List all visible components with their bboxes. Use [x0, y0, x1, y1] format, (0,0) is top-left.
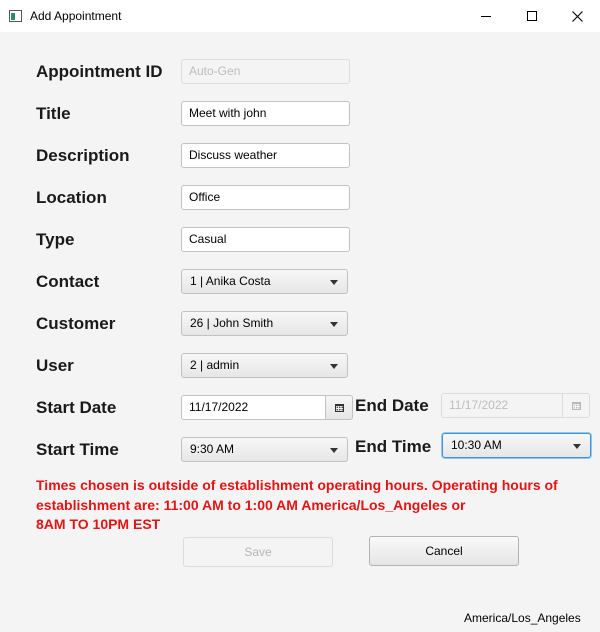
customer-dropdown[interactable]: 26 | John Smith	[181, 311, 348, 336]
start-date-input[interactable]: 11/17/2022	[181, 395, 326, 420]
end-date-label: End Date	[355, 396, 429, 415]
error-line: Times chosen is outside of establishment…	[36, 477, 558, 493]
description-label: Description	[36, 146, 130, 165]
timezone-label: America/Los_Angeles	[464, 611, 581, 625]
customer-selected: 26 | John Smith	[190, 316, 274, 330]
chevron-down-icon	[330, 280, 338, 285]
start-time-selected: 9:30 AM	[190, 442, 235, 456]
end-time-label: End Time	[355, 437, 432, 456]
title-input[interactable]: Meet with john	[181, 101, 350, 126]
end-time-selected: 10:30 AM	[451, 438, 502, 452]
error-message: Times chosen is outside of establishment…	[36, 476, 566, 535]
close-button[interactable]	[554, 0, 600, 32]
start-date-calendar-button[interactable]	[325, 395, 353, 420]
minimize-button[interactable]	[463, 0, 509, 32]
user-dropdown[interactable]: 2 | admin	[181, 353, 348, 378]
title-bar: Add Appointment	[0, 0, 600, 32]
maximize-icon	[527, 11, 537, 21]
cancel-button[interactable]: Cancel	[369, 536, 519, 566]
close-icon	[572, 11, 583, 22]
start-date-label: Start Date	[36, 398, 117, 417]
end-date-calendar-button	[562, 393, 590, 418]
calendar-icon	[572, 402, 581, 410]
maximize-button[interactable]	[509, 0, 555, 32]
end-date-input: 11/17/2022	[441, 393, 563, 418]
user-label: User	[36, 356, 74, 375]
location-label: Location	[36, 188, 107, 207]
calendar-icon	[335, 404, 344, 412]
appointment-id-label: Appointment ID	[36, 62, 163, 81]
end-time-dropdown[interactable]: 10:30 AM	[442, 433, 591, 458]
app-window-icon	[9, 10, 22, 22]
contact-label: Contact	[36, 272, 100, 291]
type-label: Type	[36, 230, 75, 249]
error-line: establishment are: 11:00 AM to 1:00 AM A…	[36, 496, 466, 513]
chevron-down-icon	[330, 322, 338, 327]
customer-label: Customer	[36, 314, 116, 333]
chevron-down-icon	[330, 448, 338, 453]
user-selected: 2 | admin	[190, 358, 240, 372]
window-title: Add Appointment	[30, 9, 122, 23]
contact-dropdown[interactable]: 1 | Anika Costa	[181, 269, 348, 294]
location-input[interactable]: Office	[181, 185, 350, 210]
chevron-down-icon	[573, 444, 581, 449]
error-line: 8AM TO 10PM EST	[36, 516, 161, 532]
title-label: Title	[36, 104, 71, 123]
minimize-icon	[481, 16, 491, 17]
chevron-down-icon	[330, 364, 338, 369]
description-input[interactable]: Discuss weather	[181, 143, 350, 168]
start-time-label: Start Time	[36, 440, 119, 459]
start-time-dropdown[interactable]: 9:30 AM	[181, 437, 348, 462]
appointment-id-field: Auto-Gen	[181, 59, 350, 84]
contact-selected: 1 | Anika Costa	[190, 274, 271, 288]
save-button[interactable]: Save	[183, 537, 333, 567]
type-input[interactable]: Casual	[181, 227, 350, 252]
